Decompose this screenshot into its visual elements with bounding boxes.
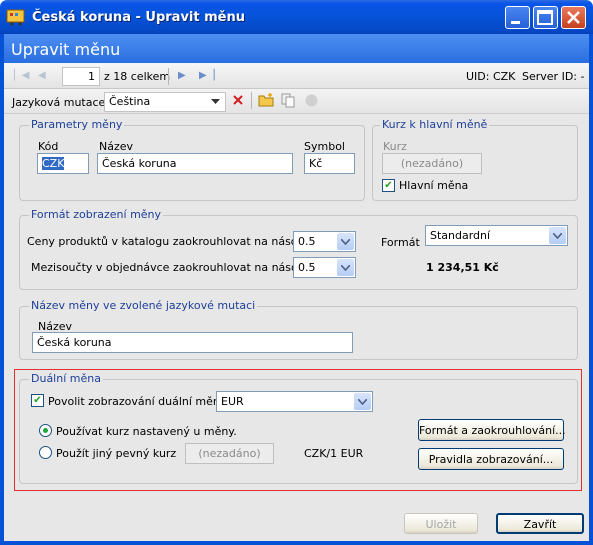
- main-currency-label: Hlavní měna: [399, 179, 469, 192]
- language-label: Jazyková mutace: [12, 96, 106, 109]
- close-icon: [567, 11, 580, 24]
- dual-currency-title: Duální měna: [29, 372, 103, 385]
- round-subtotal-select[interactable]: 0.5: [293, 257, 356, 278]
- dual-currency-checkbox[interactable]: ✔: [31, 394, 44, 407]
- round-subtotal-value: 0.5: [298, 261, 316, 274]
- previous-record-icon[interactable]: ◀: [38, 70, 46, 81]
- close-button[interactable]: Zavřít: [496, 513, 584, 534]
- chevron-down-icon: [207, 94, 224, 110]
- last-record-icon[interactable]: ▶▕: [199, 70, 214, 81]
- localized-name-input[interactable]: Česká koruna: [32, 332, 353, 353]
- server-id-label: Server ID: -: [522, 70, 585, 83]
- chevron-down-icon: [549, 227, 566, 244]
- page-count-label: z 18 celkem: [104, 70, 171, 83]
- dual-currency-value: EUR: [221, 395, 244, 408]
- symbol-input[interactable]: Kč: [304, 153, 355, 174]
- minimize-button[interactable]: [505, 6, 530, 29]
- dual-currency-enable-label: Povolit zobrazování duální měny: [48, 395, 227, 408]
- rate-input: (nezadáno): [382, 153, 482, 174]
- display-format-title: Formát zobrazení měny: [29, 208, 164, 221]
- divider: [251, 92, 252, 109]
- code-value: CZK: [42, 157, 65, 170]
- use-currency-rate-label: Používat kurz nastavený u měny.: [56, 425, 237, 438]
- shopping-cart-icon: [6, 8, 26, 26]
- localized-name-title: Název měny ve zvolené jazykové mutaci: [29, 299, 258, 312]
- dual-currency-select[interactable]: EUR: [216, 391, 373, 412]
- chevron-down-icon: [337, 233, 354, 250]
- round-catalog-select[interactable]: 0.5: [293, 231, 356, 252]
- fixed-rate-input: (nezadáno): [185, 443, 274, 464]
- name-input[interactable]: Česká koruna: [97, 153, 293, 174]
- window-title: Česká koruna - Upravit měnu: [32, 10, 245, 25]
- uid-label: UID: CZK: [466, 70, 516, 83]
- fixed-rate-unit: CZK/1 EUR: [304, 447, 364, 460]
- maximize-icon: [537, 10, 553, 25]
- code-label: Kód: [38, 140, 59, 153]
- divider: [168, 68, 169, 85]
- dialog-title: Upravit měnu: [11, 40, 121, 59]
- use-fixed-rate-radio[interactable]: [39, 446, 52, 459]
- round-subtotal-label: Mezisoučty v objednávce zaokrouhlovat na…: [31, 261, 318, 274]
- round-catalog-label: Ceny produktů v katalogu zaokrouhlovat n…: [27, 235, 318, 248]
- format-value: Standardní: [430, 229, 491, 242]
- use-currency-rate-radio[interactable]: [39, 424, 52, 437]
- language-select[interactable]: Čeština: [104, 92, 226, 112]
- format-sample: 1 234,51 Kč: [426, 261, 499, 274]
- code-input[interactable]: CZK: [37, 153, 89, 174]
- first-record-icon[interactable]: ▏◀: [14, 70, 29, 81]
- next-record-icon[interactable]: ▶: [178, 70, 186, 81]
- disabled-action-icon: [305, 94, 318, 110]
- rate-label: Kurz: [383, 140, 407, 153]
- copy-icon[interactable]: [281, 93, 296, 111]
- chevron-down-icon: [354, 393, 371, 410]
- exchange-rate-title: Kurz k hlavní měně: [380, 118, 490, 131]
- symbol-label: Symbol: [304, 140, 345, 153]
- chevron-down-icon: [337, 259, 354, 276]
- name-label: Název: [99, 140, 134, 153]
- maximize-button[interactable]: [533, 6, 558, 29]
- language-value: Čeština: [109, 95, 151, 108]
- save-button[interactable]: Uložit: [404, 513, 478, 534]
- display-rules-button[interactable]: Pravidla zobrazování...: [418, 448, 564, 470]
- page-number-input[interactable]: 1: [62, 67, 100, 86]
- close-window-button[interactable]: [561, 6, 586, 29]
- use-fixed-rate-label: Použít jiný pevný kurz: [56, 447, 177, 460]
- main-currency-checkbox[interactable]: ✔: [382, 179, 395, 192]
- radio-selected-dot: [43, 428, 48, 433]
- format-label: Formát: [381, 236, 420, 249]
- format-select[interactable]: Standardní: [425, 225, 568, 246]
- new-folder-icon[interactable]: [258, 92, 275, 110]
- minimize-icon: [511, 21, 520, 24]
- currency-params-title: Parametry měny: [29, 118, 125, 131]
- format-rounding-button[interactable]: Formát a zaokrouhlování...: [418, 419, 566, 441]
- round-catalog-value: 0.5: [298, 235, 316, 248]
- delete-language-icon[interactable]: [232, 94, 244, 109]
